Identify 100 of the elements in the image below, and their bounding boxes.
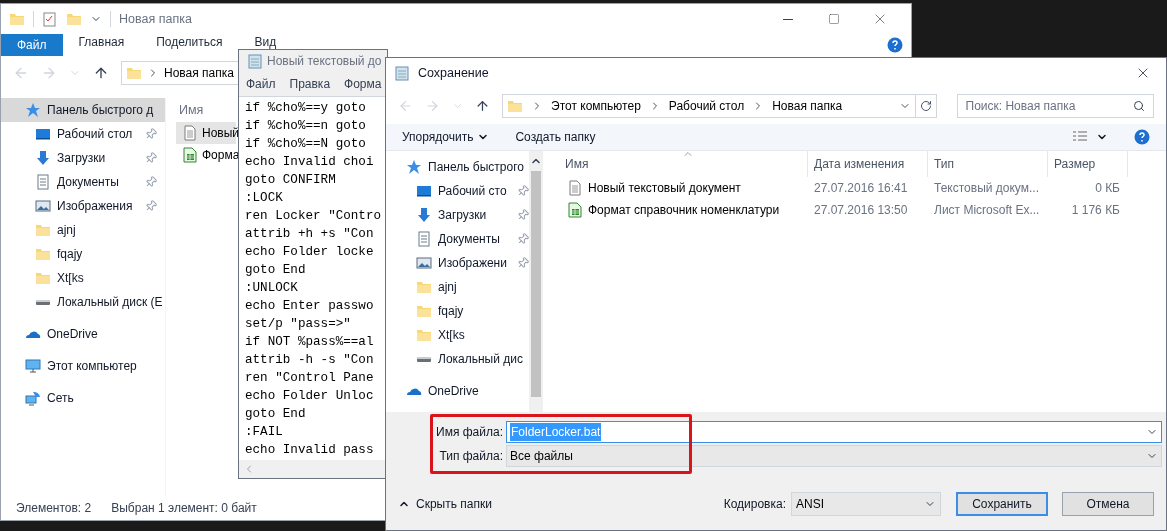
back-icon[interactable] [13, 65, 29, 81]
minimize-icon [783, 18, 793, 20]
nav-item[interactable]: Загрузки [386, 203, 529, 227]
nav-item[interactable]: Панель быстрого д [1, 98, 165, 122]
star-icon [406, 159, 422, 175]
monitor-icon [25, 358, 41, 374]
text-file-icon [567, 180, 583, 196]
column-header[interactable]: Дата изменения [808, 151, 928, 177]
nav-item[interactable]: Xt[ks [1, 266, 165, 290]
scrollbar[interactable] [529, 151, 543, 412]
status-text: Выбран 1 элемент: 0 байт [111, 500, 257, 517]
file-date: 27.07.2016 13:50 [813, 202, 909, 219]
download-icon [35, 150, 51, 166]
save-button[interactable]: Сохранить [956, 492, 1048, 516]
star-icon [25, 102, 41, 118]
notepad-icon [247, 53, 263, 69]
code-line: goto CONFIRM [245, 172, 336, 189]
picture-icon [416, 255, 432, 271]
checklist-icon [42, 11, 58, 27]
field-label: Тип файла: [438, 448, 504, 465]
nav-item[interactable]: fqajy [1, 242, 165, 266]
nav-item[interactable]: OneDrive [1, 322, 165, 346]
window-title: Новая папка [119, 10, 192, 28]
code-line: echo Folder locke [245, 244, 374, 261]
back-icon[interactable] [398, 98, 413, 114]
desktop-icon [416, 183, 432, 199]
folder-icon [416, 303, 432, 319]
forward-icon[interactable] [41, 65, 57, 81]
address-bar[interactable]: Этот компьютер Рабочий стол Новая папка [502, 94, 916, 118]
nav-item[interactable]: Документы [386, 227, 529, 251]
file-name[interactable]: Новый текстовый документ [588, 179, 741, 197]
breadcrumb-item[interactable]: Новая папка [772, 97, 843, 115]
ribbon-tab[interactable]: Вид [238, 34, 293, 50]
ribbon-tab[interactable]: Поделиться [140, 34, 239, 50]
search-icon [1133, 100, 1145, 112]
breadcrumb-item[interactable]: Этот компьютер [551, 97, 641, 115]
hide-folders-button[interactable]: Скрыть папки [398, 495, 492, 513]
nav-item[interactable]: fqajy [386, 299, 529, 323]
breadcrumb-item[interactable]: Рабочий стол [668, 97, 745, 115]
file-date: 27.07.2016 16:41 [813, 180, 909, 197]
column-header[interactable]: Тип [928, 151, 1048, 177]
folder-icon [507, 98, 524, 114]
folder-icon [9, 11, 25, 27]
code-line: echo Invalid pass [245, 442, 374, 459]
nav-item[interactable]: Рабочий стол [1, 122, 165, 146]
nav-item[interactable]: Локальный диск (E [1, 290, 165, 314]
code-line: set/p "pass=>" [245, 316, 351, 333]
file-type: Текстовый докум... [933, 180, 1040, 197]
folder-icon [416, 327, 432, 343]
code-line: if %cho%==N goto [245, 136, 366, 153]
encoding-select[interactable]: ANSI [791, 492, 941, 516]
help-icon[interactable] [887, 37, 903, 53]
window-title: Новый текстовый до [267, 53, 382, 70]
nav-item[interactable]: Сеть [1, 386, 165, 410]
search-input[interactable]: Поиск: Новая папка [965, 97, 1133, 115]
file-name[interactable]: Формат справочник номенклатури [588, 201, 780, 219]
ribbon-tab[interactable]: Главная [62, 34, 141, 50]
nav-item[interactable]: Рабочий сто [386, 179, 529, 203]
cancel-button[interactable]: Отмена [1062, 492, 1154, 516]
folder-icon [35, 270, 51, 286]
folder-icon [35, 246, 51, 262]
file-item[interactable]: Форма [176, 144, 236, 166]
column-header[interactable]: Имя [545, 151, 808, 177]
code-line: :LOCK [245, 190, 283, 207]
nav-item[interactable]: Изображени [386, 251, 529, 275]
folder-icon [35, 222, 51, 238]
search-field[interactable]: Поиск: Новая папка [956, 94, 1154, 118]
up-icon[interactable] [93, 65, 109, 81]
code-line: ren Locker "Contro [245, 208, 382, 225]
menu-item[interactable]: Файл [246, 75, 276, 93]
menu-item[interactable]: Правка [289, 75, 331, 93]
organize-button[interactable]: Упорядочить [402, 128, 490, 146]
filetype-select[interactable]: Все файлы [506, 445, 1162, 467]
ribbon-tab[interactable]: Файл [1, 34, 63, 56]
file-item[interactable]: Новый [176, 122, 236, 144]
nav-item[interactable]: ajnj [1, 218, 165, 242]
download-icon [416, 207, 432, 223]
nav-item[interactable]: Этот компьютер [1, 354, 165, 378]
refresh-button[interactable] [915, 94, 937, 118]
nav-item[interactable]: Загрузки [1, 146, 165, 170]
scrollbar-thumb[interactable] [531, 171, 541, 397]
code-line: echo Folder Unloc [245, 388, 374, 405]
nav-item[interactable]: Документы [1, 170, 165, 194]
nav-item[interactable]: Xt[ks [386, 323, 529, 347]
nav-item[interactable]: Панель быстрого [386, 155, 529, 179]
nav-item[interactable]: Локальный дис [386, 347, 529, 371]
menu-item[interactable]: Форма [344, 75, 382, 93]
nav-item[interactable]: Изображения [1, 194, 165, 218]
nav-item[interactable]: ajnj [386, 275, 529, 299]
column-header[interactable]: Размер [1048, 151, 1128, 177]
text-editor[interactable] [239, 96, 387, 460]
nav-item[interactable]: OneDrive [386, 379, 529, 403]
new-folder-button[interactable]: Создать папку [515, 128, 596, 146]
code-line: echo Enter passwo [245, 298, 374, 315]
dialog-title: Сохранение [418, 64, 489, 82]
document-icon [35, 174, 51, 190]
text-file-icon [182, 125, 198, 141]
code-line: attrib +h +s "Con [245, 226, 374, 243]
document-icon [416, 231, 432, 247]
help-icon[interactable] [1134, 129, 1150, 145]
